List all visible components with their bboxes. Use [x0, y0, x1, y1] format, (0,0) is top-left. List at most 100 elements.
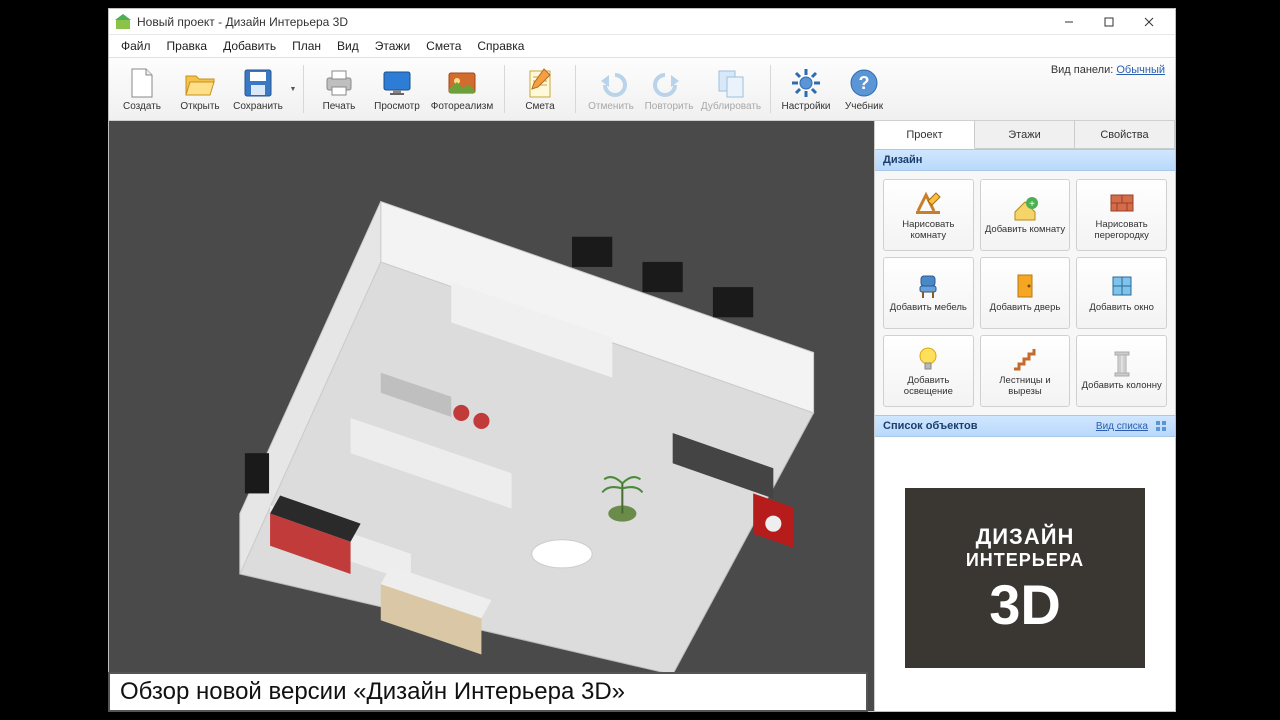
tab-project[interactable]: Проект [875, 121, 975, 149]
add-window-button[interactable]: Добавить окно [1076, 257, 1167, 329]
add-furniture-label: Добавить мебель [890, 303, 967, 314]
promo-line3: 3D [989, 577, 1061, 633]
add-column-button[interactable]: Добавить колонну [1076, 335, 1167, 407]
side-panel: Проект Этажи Свойства Дизайн Нарисовать … [875, 121, 1175, 711]
add-room-button[interactable]: + Добавить комнату [980, 179, 1071, 251]
draw-partition-button[interactable]: Нарисовать перегородку [1076, 179, 1167, 251]
estimate-label: Смета [525, 101, 554, 112]
duplicate-button[interactable]: Дублировать [698, 60, 764, 118]
svg-text:+: + [1029, 199, 1035, 210]
preview-button[interactable]: Просмотр [368, 60, 426, 118]
toolbar-separator [575, 65, 576, 113]
tab-floors[interactable]: Этажи [975, 121, 1075, 148]
photorealism-icon [446, 67, 478, 99]
add-lighting-button[interactable]: Добавить освещение [883, 335, 974, 407]
duplicate-icon [715, 67, 747, 99]
minimize-button[interactable] [1049, 9, 1089, 35]
list-view-icon[interactable] [1155, 420, 1167, 432]
add-window-label: Добавить окно [1089, 303, 1154, 314]
save-dropdown[interactable]: ▼ [287, 60, 297, 118]
add-column-label: Добавить колонну [1082, 381, 1162, 392]
create-button[interactable]: Создать [113, 60, 171, 118]
draw-partition-label: Нарисовать перегородку [1079, 220, 1164, 242]
svg-text:?: ? [859, 73, 870, 93]
stairs-button[interactable]: Лестницы и вырезы [980, 335, 1071, 407]
estimate-button[interactable]: Смета [511, 60, 569, 118]
redo-icon [653, 67, 685, 99]
stairs-icon [1011, 345, 1039, 373]
window-icon [1108, 272, 1136, 300]
new-file-icon [126, 67, 158, 99]
design-tool-grid: Нарисовать комнату + Добавить комнату На… [875, 171, 1175, 415]
preview-label: Просмотр [374, 101, 420, 112]
print-label: Печать [323, 101, 356, 112]
toolbar-separator [504, 65, 505, 113]
save-label: Сохранить [233, 101, 283, 112]
menu-add[interactable]: Добавить [215, 37, 284, 55]
promo-line2: ИНТЕРЬЕРА [966, 550, 1084, 571]
floorplan-render [109, 121, 874, 711]
stairs-label: Лестницы и вырезы [983, 376, 1068, 398]
menu-floors[interactable]: Этажи [367, 37, 418, 55]
open-label: Открыть [180, 101, 219, 112]
caption-text: Обзор новой версии «Дизайн Интерьера 3D» [120, 678, 625, 706]
save-icon [242, 67, 274, 99]
add-door-label: Добавить дверь [990, 303, 1061, 314]
app-window: Новый проект - Дизайн Интерьера 3D Файл … [108, 8, 1176, 712]
open-button[interactable]: Открыть [171, 60, 229, 118]
save-button[interactable]: Сохранить [229, 60, 287, 118]
undo-button[interactable]: Отменить [582, 60, 640, 118]
video-caption-overlay: Обзор новой версии «Дизайн Интерьера 3D» [108, 672, 868, 712]
draw-room-icon [914, 189, 942, 217]
menu-plan[interactable]: План [284, 37, 329, 55]
panel-type-link[interactable]: Обычный [1116, 64, 1165, 76]
menu-view[interactable]: Вид [329, 37, 367, 55]
add-furniture-button[interactable]: Добавить мебель [883, 257, 974, 329]
tab-properties[interactable]: Свойства [1075, 121, 1175, 148]
promo-line1: ДИЗАЙН [976, 524, 1075, 550]
print-button[interactable]: Печать [310, 60, 368, 118]
photorealism-label: Фотореализм [431, 101, 494, 112]
redo-button[interactable]: Повторить [640, 60, 698, 118]
app-icon [115, 14, 131, 30]
tutorial-button[interactable]: ? Учебник [835, 60, 893, 118]
settings-button[interactable]: Настройки [777, 60, 835, 118]
folder-open-icon [184, 67, 216, 99]
printer-icon [323, 67, 355, 99]
draw-room-button[interactable]: Нарисовать комнату [883, 179, 974, 251]
side-tabs: Проект Этажи Свойства [875, 121, 1175, 149]
toolbar-separator [303, 65, 304, 113]
promo-banner: ДИЗАЙН ИНТЕРЬЕРА 3D [905, 488, 1145, 668]
add-lighting-label: Добавить освещение [886, 376, 971, 398]
create-label: Создать [123, 101, 161, 112]
menu-bar: Файл Правка Добавить План Вид Этажи Смет… [109, 35, 1175, 57]
add-room-icon: + [1011, 194, 1039, 222]
undo-label: Отменить [588, 101, 634, 112]
title-bar: Новый проект - Дизайн Интерьера 3D [109, 9, 1175, 35]
duplicate-label: Дублировать [701, 101, 761, 112]
door-icon [1011, 272, 1039, 300]
maximize-button[interactable] [1089, 9, 1129, 35]
notepad-icon [524, 67, 556, 99]
object-list-title: Список объектов [883, 420, 977, 432]
panel-type: Вид панели: Обычный [1051, 64, 1165, 76]
settings-label: Настройки [781, 101, 830, 112]
panel-type-label: Вид панели: [1051, 64, 1113, 76]
design-section-header: Дизайн [875, 149, 1175, 171]
brick-icon [1108, 189, 1136, 217]
menu-edit[interactable]: Правка [159, 37, 216, 55]
toolbar-separator [770, 65, 771, 113]
close-button[interactable] [1129, 9, 1169, 35]
monitor-icon [381, 67, 413, 99]
menu-help[interactable]: Справка [469, 37, 532, 55]
toolbar: Создать Открыть Сохранить ▼ Печать Прос [109, 57, 1175, 121]
tutorial-label: Учебник [845, 101, 883, 112]
help-icon: ? [848, 67, 880, 99]
3d-viewport[interactable] [109, 121, 875, 711]
menu-file[interactable]: Файл [113, 37, 159, 55]
add-door-button[interactable]: Добавить дверь [980, 257, 1071, 329]
photorealism-button[interactable]: Фотореализм [426, 60, 498, 118]
chair-icon [914, 272, 942, 300]
menu-estimate[interactable]: Смета [418, 37, 469, 55]
list-view-link[interactable]: Вид списка [1096, 421, 1148, 432]
